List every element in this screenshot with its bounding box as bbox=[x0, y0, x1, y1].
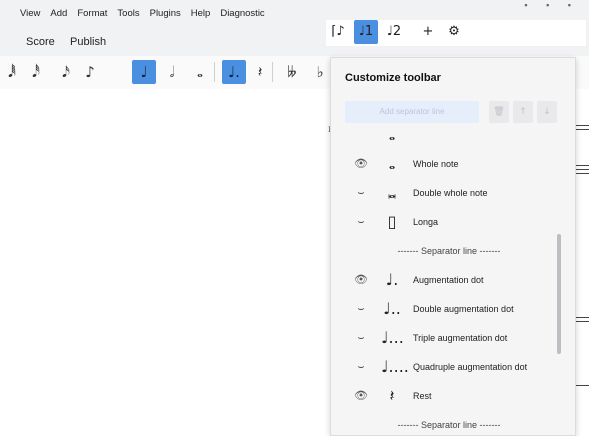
staff-line bbox=[575, 165, 589, 166]
toolbar-item-row[interactable]: 👁 𝄽 Rest bbox=[331, 383, 567, 411]
menu-item-add[interactable]: Add bbox=[50, 8, 67, 19]
toolbar-item-label: Augmentation dot bbox=[413, 275, 484, 285]
tab-publish[interactable]: Publish bbox=[64, 30, 112, 56]
toolbar-item-list: 𝅝 👁 𝅝 Whole note ⌣ 𝅜 Double whole note ⌣ ▯ Longa -… bbox=[331, 126, 567, 435]
menu-item-help[interactable]: Help bbox=[191, 8, 211, 19]
gear-icon[interactable]: ⚙ bbox=[442, 20, 466, 44]
eye-closed-icon[interactable]: ⌣ bbox=[353, 302, 369, 316]
toolbar-item-row[interactable]: 👁 ♩. Augmentation dot bbox=[331, 267, 567, 295]
toolbar-item-label: Longa bbox=[413, 217, 439, 227]
sixtyfourth-note-icon[interactable]: 𝅘𝅥𝅱 bbox=[0, 60, 24, 84]
note-glyph-icon: ♩.. bbox=[383, 299, 401, 318]
note-glyph-icon: 𝅝 bbox=[388, 154, 396, 173]
voice-tie-icon[interactable]: ⌈♪ bbox=[326, 20, 350, 44]
voice-2-icon[interactable]: ♩2 bbox=[382, 20, 406, 44]
list-scrollbar[interactable] bbox=[557, 234, 561, 354]
window-controls: ▪ ▪ ▪ bbox=[524, 0, 579, 10]
augmentation-dot-icon[interactable]: ♩. bbox=[222, 60, 246, 84]
note-glyph-icon: ♩.... bbox=[381, 357, 409, 376]
voice-1-icon[interactable]: ♩1 bbox=[354, 20, 378, 44]
quarter-note-icon[interactable]: ♩ bbox=[132, 60, 156, 84]
staff-line bbox=[575, 317, 589, 318]
menu-item-view[interactable]: View bbox=[20, 8, 40, 19]
menu-bar: View Add Format Tools Plugins Help Diagnostic bbox=[20, 8, 275, 19]
separator-row[interactable]: ------- Separator line ------- bbox=[331, 412, 567, 435]
toolbar-item-row[interactable]: ⌣ ♩.. Double augmentation dot bbox=[331, 296, 567, 324]
eye-closed-icon[interactable]: ⌣ bbox=[353, 360, 369, 374]
separator-label: ------- Separator line ------- bbox=[397, 420, 501, 430]
workspace-toolbar: ⌈♪ ♩1 ♩2 + ⚙ bbox=[326, 20, 586, 46]
eye-closed-icon[interactable]: ⌣ bbox=[353, 331, 369, 345]
note-glyph-icon: 𝅝 bbox=[388, 126, 396, 144]
separator-label: ------- Separator line ------- bbox=[397, 246, 501, 256]
toolbar-item-row[interactable]: ⌣ 𝅜 Double whole note bbox=[331, 180, 567, 208]
menu-item-format[interactable]: Format bbox=[77, 8, 107, 19]
move-up-icon[interactable]: ↑ bbox=[513, 101, 533, 123]
popup-actions: Add separator line 🗑 ↑ ↓ bbox=[345, 101, 565, 123]
toolbar-item-label: Double whole note bbox=[413, 188, 488, 198]
toolbar-item-row[interactable]: ⌣ ▯ Longa bbox=[331, 209, 567, 237]
separator-row[interactable]: ------- Separator line ------- bbox=[331, 238, 567, 266]
customize-toolbar-popup: Customize toolbar Add separator line 🗑 ↑… bbox=[330, 57, 576, 436]
menu-item-diagnostic[interactable]: Diagnostic bbox=[220, 8, 264, 19]
note-glyph-icon: 𝅜 bbox=[387, 183, 397, 202]
eye-icon[interactable]: 👁 bbox=[353, 389, 369, 402]
staff-line bbox=[575, 129, 589, 130]
plus-icon[interactable]: + bbox=[416, 20, 440, 44]
half-note-icon[interactable]: 𝅗𝅥 bbox=[160, 60, 184, 84]
staff-line bbox=[575, 385, 589, 386]
eye-closed-icon[interactable]: ⌣ bbox=[353, 186, 369, 200]
staff-line bbox=[575, 125, 589, 126]
menu-item-tools[interactable]: Tools bbox=[117, 8, 139, 19]
menu-item-plugins[interactable]: Plugins bbox=[150, 8, 181, 19]
toolbar-separator bbox=[272, 62, 273, 82]
whole-note-icon[interactable]: 𝅝 bbox=[188, 60, 212, 84]
toolbar-item-label: Double augmentation dot bbox=[413, 304, 514, 314]
toolbar-separator bbox=[214, 62, 215, 82]
staff-line bbox=[575, 173, 589, 174]
eye-closed-icon[interactable]: ⌣ bbox=[353, 215, 369, 229]
staff-line bbox=[575, 321, 589, 322]
toolbar-item-row[interactable]: ⌣ ♩... Triple augmentation dot bbox=[331, 325, 567, 353]
toolbar-item-label: Quadruple augmentation dot bbox=[413, 362, 528, 372]
thirtysecond-note-icon[interactable]: 𝅘𝅥𝅰 bbox=[24, 60, 48, 84]
rest-icon[interactable]: 𝄽 bbox=[248, 60, 272, 84]
toolbar-item-row[interactable]: 👁 𝅝 Whole note bbox=[331, 151, 567, 179]
sixteenth-note-icon[interactable]: 𝅘𝅥𝅯 bbox=[54, 60, 78, 84]
move-down-icon[interactable]: ↓ bbox=[537, 101, 557, 123]
add-separator-button[interactable]: Add separator line bbox=[345, 101, 479, 123]
note-glyph-icon: ▯ bbox=[387, 212, 397, 231]
eighth-note-icon[interactable]: ♪ bbox=[78, 60, 102, 84]
note-glyph-icon: ♩... bbox=[381, 328, 404, 347]
toolbar-item-row[interactable]: 𝅝 bbox=[331, 126, 567, 150]
toolbar-item-label: Rest bbox=[413, 391, 432, 401]
eye-icon[interactable]: 👁 bbox=[353, 157, 369, 170]
toolbar-item-row[interactable]: ⌣ ♩.... Quadruple augmentation dot bbox=[331, 354, 567, 382]
double-flat-icon[interactable]: 𝄫 bbox=[280, 60, 304, 84]
staff-line bbox=[575, 169, 589, 170]
popup-title: Customize toolbar bbox=[345, 72, 441, 84]
note-glyph-icon: 𝄽 bbox=[389, 386, 395, 405]
toolbar-item-label: Whole note bbox=[413, 159, 459, 169]
tab-score[interactable]: Score bbox=[20, 30, 61, 58]
toolbar-item-label: Triple augmentation dot bbox=[413, 333, 508, 343]
note-glyph-icon: ♩. bbox=[385, 270, 399, 289]
flat-icon[interactable]: ♭ bbox=[308, 60, 332, 84]
eye-icon[interactable]: 👁 bbox=[353, 273, 369, 286]
delete-icon[interactable]: 🗑 bbox=[489, 101, 509, 123]
